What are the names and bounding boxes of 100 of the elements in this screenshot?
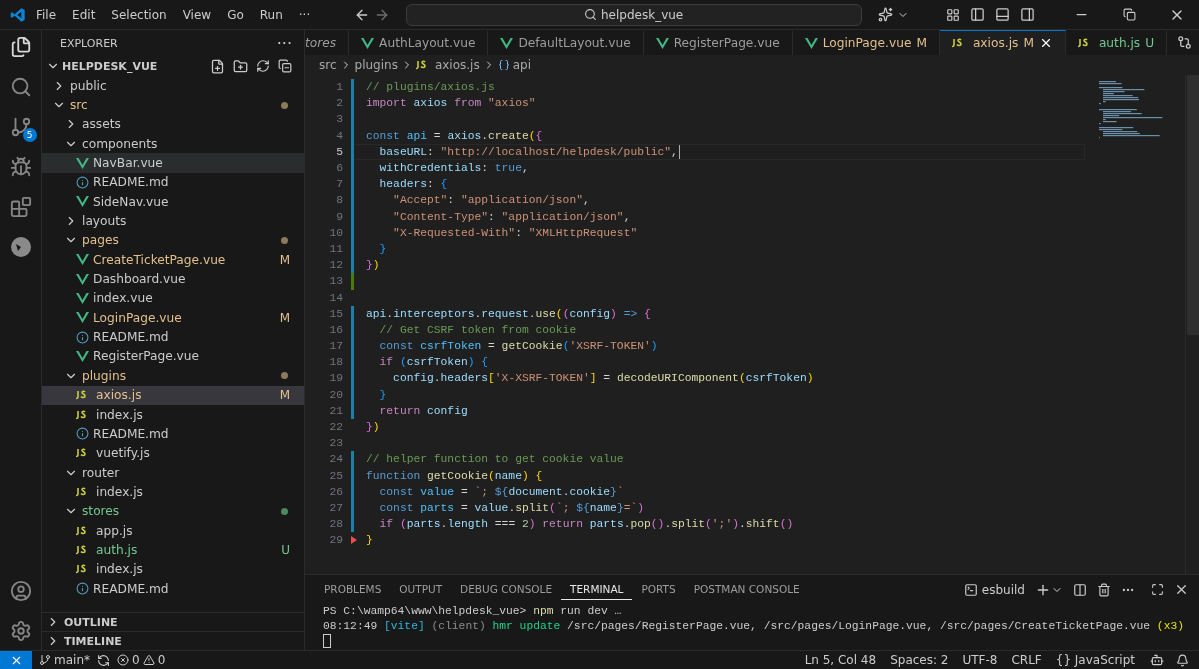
line-number: 26: [328, 485, 343, 498]
file-row[interactable]: axios.js M: [42, 385, 304, 405]
file-row[interactable]: README.md: [42, 578, 304, 599]
panel-right-icon[interactable]: [1020, 7, 1035, 22]
file-row[interactable]: app.js: [42, 520, 304, 541]
file-row[interactable]: index.js: [42, 482, 304, 502]
info-icon: [76, 330, 89, 344]
file-row[interactable]: README.md: [42, 424, 304, 444]
status-item[interactable]: Spaces: 2: [883, 653, 956, 667]
explorer-icon[interactable]: [9, 36, 32, 58]
menu-item[interactable]: Edit: [66, 5, 102, 24]
pie-circle-icon[interactable]: [9, 236, 32, 258]
status-item[interactable]: CRLF: [1004, 653, 1049, 667]
account-icon[interactable]: [9, 580, 32, 602]
refresh-icon[interactable]: [256, 59, 270, 73]
new-folder-icon[interactable]: [233, 58, 248, 74]
breadcrumb-item[interactable]: api: [512, 58, 531, 72]
status-item[interactable]: {} JavaScript: [1048, 653, 1142, 667]
file-row[interactable]: RegisterPage.vue: [42, 346, 304, 367]
folder-row[interactable]: layouts: [42, 211, 304, 231]
file-row[interactable]: Dashboard.vue: [42, 269, 304, 289]
menu-item[interactable]: View: [176, 5, 218, 24]
menu-item[interactable]: Selection: [105, 5, 173, 24]
editor-tab[interactable]: axios.js M: [939, 30, 1066, 55]
terminal-name[interactable]: esbuild: [981, 582, 1025, 597]
panel-tab[interactable]: PROBLEMS: [315, 579, 391, 600]
file-row[interactable]: NavBar.vue: [42, 153, 304, 173]
project-root-row[interactable]: HELPDESK_VUE: [42, 56, 304, 76]
more-button[interactable]: ···: [276, 33, 292, 53]
settings-icon[interactable]: [9, 620, 32, 642]
panel-left-icon[interactable]: [970, 7, 985, 22]
panel-tab[interactable]: TERMINAL: [561, 579, 633, 600]
sparkle-icon[interactable]: [877, 7, 893, 22]
extensions-icon[interactable]: [9, 196, 32, 218]
panel-tab[interactable]: POSTMAN CONSOLE: [684, 579, 809, 600]
status-dot: [281, 236, 288, 244]
sidebar-title: EXPLORER: [60, 36, 118, 50]
status-item[interactable]: UTF-8: [955, 653, 1005, 667]
code-text: function getCookie(name) {: [366, 469, 543, 482]
code-text: const api = axios.create({: [366, 129, 543, 142]
sync-icon[interactable]: [97, 653, 110, 667]
split-terminal-icon[interactable]: [1073, 582, 1087, 597]
restore-icon[interactable]: [1123, 8, 1136, 21]
close-icon[interactable]: [1174, 582, 1189, 597]
trash-icon[interactable]: [1097, 582, 1111, 597]
collapse-icon[interactable]: [278, 59, 292, 73]
file-row[interactable]: README.md: [42, 172, 304, 193]
panel-tab[interactable]: OUTPUT: [390, 579, 452, 600]
folder-row[interactable]: router: [42, 462, 304, 483]
menu-item[interactable]: Go: [221, 5, 250, 24]
file-row[interactable]: README.md: [42, 327, 304, 347]
code-text: import axios from "axios": [366, 97, 536, 110]
code-text: // plugins/axios.js: [366, 81, 495, 94]
section-header[interactable]: OUTLINE: [42, 612, 304, 631]
source-control-icon[interactable]: [9, 116, 32, 138]
command-search-field[interactable]: helpdesk_vue: [405, 3, 862, 26]
menu-item[interactable]: ···: [292, 5, 317, 24]
run-debug-icon[interactable]: [9, 156, 32, 178]
line-number: 17: [328, 340, 343, 353]
layout-icon[interactable]: [946, 7, 960, 22]
code-text: const csrfToken = getCookie('XSRF-TOKEN'): [378, 340, 658, 353]
folder-row[interactable]: assets: [42, 114, 304, 135]
panel-tab[interactable]: DEBUG CONSOLE: [451, 579, 562, 600]
file-row[interactable]: index.vue: [42, 288, 304, 309]
status-item[interactable]: Ln 5, Col 48: [797, 653, 884, 667]
file-row[interactable]: index.js: [42, 404, 304, 425]
file-row[interactable]: vuetify.js: [42, 443, 304, 463]
menu-item[interactable]: File: [30, 5, 63, 24]
editor-tab[interactable]: tores: [305, 30, 350, 55]
folder-row[interactable]: plugins: [42, 366, 304, 386]
maximize-icon[interactable]: [1151, 583, 1164, 596]
panel-tab[interactable]: PORTS: [632, 579, 685, 600]
file-row[interactable]: SideNav.vue: [42, 192, 304, 212]
new-file-icon[interactable]: [210, 58, 225, 74]
compare-icon[interactable]: [1177, 35, 1193, 50]
code-text: const value = `; ${document.cookie}`: [378, 485, 624, 498]
folder-row[interactable]: src: [42, 95, 304, 115]
folder-row[interactable]: pages: [42, 230, 304, 251]
folder-row[interactable]: public: [42, 76, 304, 96]
breadcrumb-item[interactable]: plugins: [354, 58, 398, 72]
file-row[interactable]: index.js: [42, 559, 304, 579]
file-row[interactable]: CreateTicketPage.vue M: [42, 250, 304, 270]
bell-icon[interactable]: [1176, 653, 1189, 667]
search-icon: [584, 8, 597, 21]
search-icon[interactable]: [9, 76, 32, 98]
line-number: 18: [328, 356, 343, 369]
breadcrumb-item[interactable]: src: [319, 58, 337, 72]
breadcrumb-item[interactable]: axios.js: [434, 58, 480, 72]
panel-bottom-icon[interactable]: [995, 7, 1010, 22]
variable-icon: [497, 59, 510, 71]
menu-item[interactable]: Run: [253, 5, 289, 24]
folder-row[interactable]: components: [42, 134, 304, 154]
code-text: const parts = value.split(`; ${name}=`): [378, 501, 645, 514]
problems-item[interactable]: 0 0: [110, 653, 173, 667]
file-row[interactable]: auth.js U: [42, 540, 304, 560]
code-text: if (parts.length === 2) return parts.pop().split(';').shift(): [378, 518, 794, 531]
assistant-icon[interactable]: [1150, 653, 1164, 667]
branch-item[interactable]: main*: [32, 653, 97, 667]
file-row[interactable]: LoginPage.vue M: [42, 308, 304, 328]
folder-row[interactable]: stores: [42, 501, 304, 521]
